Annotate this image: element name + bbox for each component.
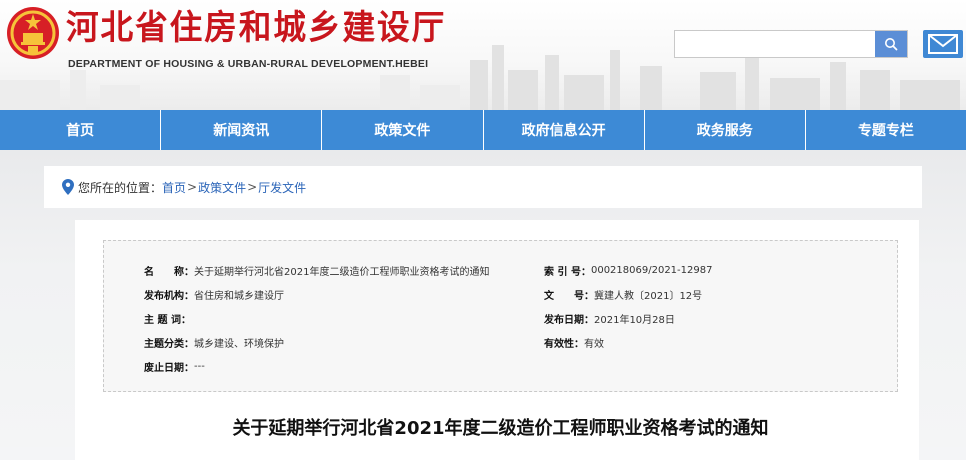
nav-item-gov-info[interactable]: 政府信息公开 xyxy=(484,110,645,150)
nav-item-topics[interactable]: 专题专栏 xyxy=(806,110,966,150)
meta-docno-value: 冀建人教〔2021〕12号 xyxy=(594,291,703,302)
breadcrumb-separator: > xyxy=(187,180,198,194)
search-input[interactable] xyxy=(675,31,875,57)
breadcrumb-link-policy[interactable]: 政策文件 xyxy=(198,179,246,196)
meta-category-label: 主题分类： xyxy=(144,339,194,350)
main-nav: 首页 新闻资讯 政策文件 政府信息公开 政务服务 专题专栏 xyxy=(0,110,966,150)
meta-category-row: 主题分类： 城乡建设、环境保护 xyxy=(144,335,284,350)
site-subtitle: DEPARTMENT OF HOUSING & URBAN-RURAL DEVE… xyxy=(68,58,429,70)
document-metadata-box: 名 称： 关于延期举行河北省2021年度二级造价工程师职业资格考试的通知 发布机… xyxy=(103,240,898,392)
meta-date-row: 发布日期： 2021年10月28日 xyxy=(544,311,675,326)
nav-item-policy[interactable]: 政策文件 xyxy=(322,110,484,150)
meta-index-label: 索 引 号： xyxy=(544,267,591,278)
meta-validity-label: 有效性： xyxy=(544,339,584,350)
meta-name-value: 关于延期举行河北省2021年度二级造价工程师职业资格考试的通知 xyxy=(194,267,490,278)
meta-issuer-value: 省住房和城乡建设厅 xyxy=(194,291,284,302)
meta-name-label: 名 称： xyxy=(144,267,194,278)
breadcrumb-separator: > xyxy=(247,180,258,194)
search-icon xyxy=(885,38,898,51)
nav-item-news[interactable]: 新闻资讯 xyxy=(161,110,323,150)
meta-issuer-label: 发布机构： xyxy=(144,291,194,302)
meta-category-value: 城乡建设、环境保护 xyxy=(194,339,284,350)
search-box xyxy=(674,30,908,58)
meta-validity-row: 有效性： 有效 xyxy=(544,335,604,350)
location-pin-icon xyxy=(62,179,74,195)
mail-icon xyxy=(928,34,958,54)
article-title: 关于延期举行河北省2021年度二级造价工程师职业资格考试的通知 xyxy=(232,418,769,439)
breadcrumb-link-dept-docs[interactable]: 厅发文件 xyxy=(258,179,306,196)
meta-index-value: 000218069/2021-12987 xyxy=(590,265,713,276)
meta-name-row: 名 称： 关于延期举行河北省2021年度二级造价工程师职业资格考试的通知 xyxy=(144,263,489,278)
breadcrumb: 您所在的位置： 首页 > 政策文件 > 厅发文件 xyxy=(44,166,922,208)
meta-date-label: 发布日期： xyxy=(544,315,594,326)
meta-date-value: 2021年10月28日 xyxy=(594,315,675,326)
nav-item-services[interactable]: 政务服务 xyxy=(645,110,806,150)
search-button[interactable] xyxy=(875,31,907,57)
meta-keywords-row: 主 题 词： xyxy=(144,311,191,326)
breadcrumb-link-home[interactable]: 首页 xyxy=(162,179,186,196)
meta-expiry-row: 废止日期： --- xyxy=(144,359,205,374)
meta-expiry-value: --- xyxy=(194,361,205,372)
mail-button[interactable] xyxy=(923,30,963,58)
national-emblem-icon xyxy=(7,7,59,59)
site-header: 河北省住房和城乡建设厅 DEPARTMENT OF HOUSING & URBA… xyxy=(0,0,966,110)
meta-index-row: 索 引 号： 000218069/2021-12987 xyxy=(544,263,712,278)
meta-docno-label: 文 号： xyxy=(544,291,594,302)
site-title: 河北省住房和城乡建设厅 xyxy=(66,8,447,48)
meta-issuer-row: 发布机构： 省住房和城乡建设厅 xyxy=(144,287,284,302)
meta-docno-row: 文 号： 冀建人教〔2021〕12号 xyxy=(544,287,702,302)
meta-validity-value: 有效 xyxy=(584,339,604,350)
meta-keywords-label: 主 题 词： xyxy=(144,315,191,326)
meta-expiry-label: 废止日期： xyxy=(144,363,194,374)
nav-item-home[interactable]: 首页 xyxy=(0,110,162,150)
breadcrumb-prefix: 您所在的位置： xyxy=(78,180,163,195)
